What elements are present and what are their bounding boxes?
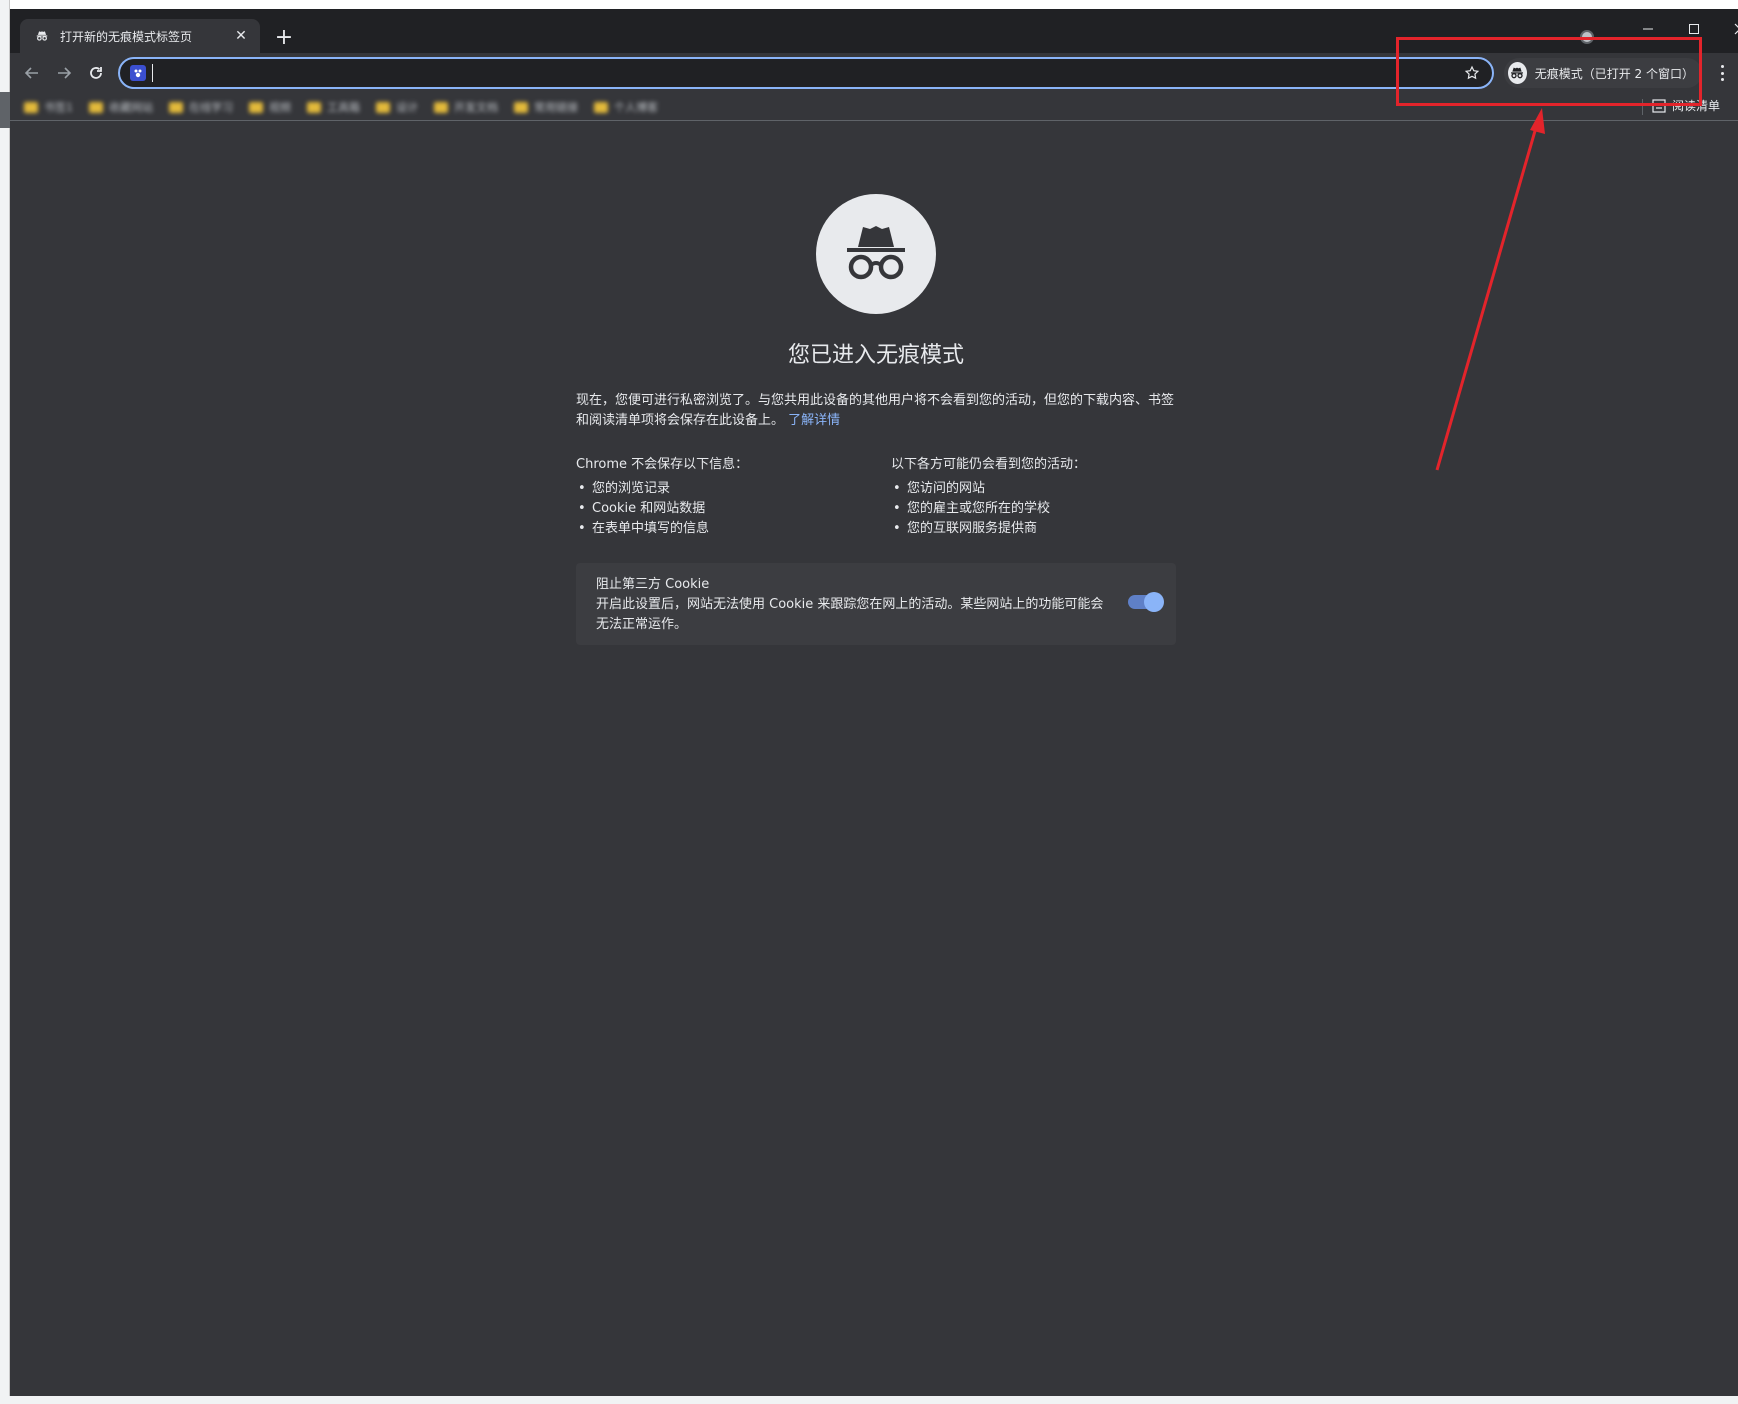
- not-saved-heading: Chrome 不会保存以下信息：: [576, 457, 749, 472]
- toggle-knob: [1144, 592, 1164, 612]
- window-bottom-edge: [0, 1396, 1738, 1404]
- still-visible-section: 以下各方可能仍会看到您的活动： 您访问的网站 您的雇主或您所在的学校 您的互联网…: [891, 455, 1181, 539]
- new-tab-button[interactable]: +: [272, 27, 296, 51]
- close-window-button[interactable]: [1720, 17, 1738, 41]
- forward-arrow-icon: [58, 67, 72, 79]
- folder-icon: [376, 101, 390, 113]
- browser-window: 打开新的无痕模式标签页 ✕ + 无痕模式（已打开 2 个窗口） 书签1 收藏网站…: [10, 9, 1738, 1401]
- tab-title: 打开新的无痕模式标签页: [60, 29, 193, 44]
- incognito-hero-icon: [816, 194, 936, 314]
- cookie-card-description: 开启此设置后，网站无法使用 Cookie 来跟踪您在网上的活动。某些网站上的功能…: [596, 597, 1104, 632]
- folder-icon: [514, 101, 528, 113]
- list-item: 您的互联网服务提供商: [891, 519, 1181, 539]
- bookmark-folder[interactable]: 在线学习: [169, 97, 233, 117]
- intro-text: 现在，您便可进行私密浏览了。与您共用此设备的其他用户将不会看到您的活动，但您的下…: [576, 393, 1175, 428]
- bookmark-folder[interactable]: 收藏网站: [89, 97, 153, 117]
- list-item: 您的雇主或您所在的学校: [891, 499, 1181, 519]
- incognito-new-tab-page: 您已进入无痕模式 现在，您便可进行私密浏览了。与您共用此设备的其他用户将不会看到…: [10, 121, 1738, 1401]
- tab-close-icon[interactable]: ✕: [232, 28, 250, 44]
- reload-button[interactable]: [82, 59, 110, 87]
- folder-icon: [307, 101, 321, 113]
- back-arrow-icon: [24, 67, 38, 79]
- address-input[interactable]: [158, 62, 1438, 84]
- folder-icon: [249, 101, 263, 113]
- folder-icon: [24, 101, 38, 113]
- list-item: 您访问的网站: [891, 479, 1181, 499]
- bookmark-list: 书签1 收藏网站 在线学习 视频 工具箱 设计 开发文档 常用链接 个人博客: [24, 97, 658, 117]
- bookmark-folder[interactable]: 常用链接: [514, 97, 578, 117]
- bookmark-folder[interactable]: 设计: [376, 97, 418, 117]
- window-left-edge: [0, 0, 10, 1404]
- folder-icon: [169, 101, 183, 113]
- cookie-card-title: 阻止第三方 Cookie: [596, 577, 710, 592]
- block-cookies-toggle[interactable]: [1128, 592, 1164, 612]
- back-button[interactable]: [18, 59, 46, 87]
- search-engine-icon: [130, 65, 146, 81]
- intro-paragraph: 现在，您便可进行私密浏览了。与您共用此设备的其他用户将不会看到您的活动，但您的下…: [576, 391, 1176, 431]
- reload-icon: [90, 67, 102, 79]
- tab-incognito-new[interactable]: 打开新的无痕模式标签页 ✕: [20, 19, 260, 53]
- list-item: 您的浏览记录: [576, 479, 866, 499]
- annotation-highlight-box: [1396, 37, 1702, 106]
- list-item: 在表单中填写的信息: [576, 519, 866, 539]
- list-item: Cookie 和网站数据: [576, 499, 866, 519]
- folder-icon: [434, 101, 448, 113]
- bookmark-folder[interactable]: 视频: [249, 97, 291, 117]
- incognito-icon: [34, 28, 50, 44]
- not-saved-section: Chrome 不会保存以下信息： 您的浏览记录 Cookie 和网站数据 在表单…: [576, 455, 866, 539]
- bookmark-folder[interactable]: 书签1: [24, 97, 73, 117]
- still-visible-heading: 以下各方可能仍会看到您的活动：: [891, 457, 1087, 472]
- folder-icon: [594, 101, 608, 113]
- window-left-edge-shadow: [0, 92, 10, 128]
- text-caret: [152, 64, 153, 82]
- more-menu-icon[interactable]: [1715, 63, 1729, 83]
- folder-icon: [89, 101, 103, 113]
- third-party-cookie-card: 阻止第三方 Cookie 开启此设置后，网站无法使用 Cookie 来跟踪您在网…: [576, 563, 1176, 645]
- bookmark-folder[interactable]: 开发文档: [434, 97, 498, 117]
- bookmark-folder[interactable]: 个人博客: [594, 97, 658, 117]
- learn-more-link[interactable]: 了解详情: [788, 413, 840, 428]
- bookmark-folder[interactable]: 工具箱: [307, 97, 360, 117]
- forward-button[interactable]: [50, 59, 78, 87]
- page-title: 您已进入无痕模式: [787, 343, 964, 368]
- address-bar[interactable]: [118, 57, 1494, 89]
